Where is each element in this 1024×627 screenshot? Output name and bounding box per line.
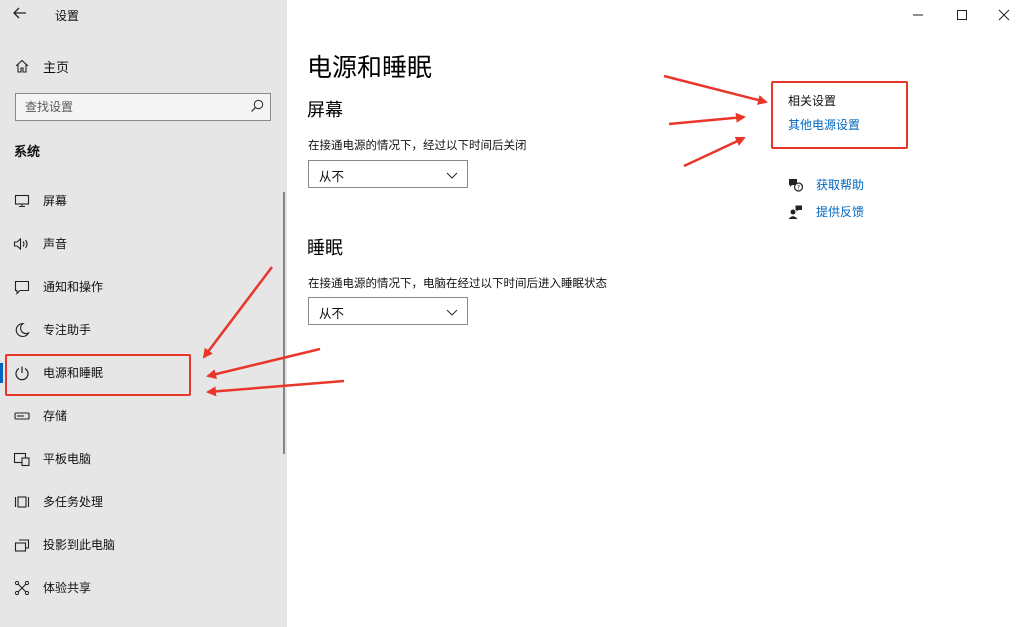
feedback-link[interactable]: 提供反馈 bbox=[787, 203, 864, 220]
main-content: 电源和睡眠 屏幕 在接通电源的情况下，经过以下时间后关闭 从不 睡眠 在接通电源… bbox=[287, 0, 1024, 627]
sidebar-item-label: 通知和操作 bbox=[43, 280, 104, 294]
sidebar-item-multitasking[interactable]: 多任务处理 bbox=[0, 482, 287, 522]
svg-text:?: ? bbox=[797, 184, 800, 191]
notification-icon bbox=[13, 279, 31, 295]
sidebar-item-project[interactable]: 投影到此电脑 bbox=[0, 525, 287, 565]
app-title: 设置 bbox=[55, 9, 80, 23]
sidebar-item-sound[interactable]: 声音 bbox=[0, 224, 287, 264]
sidebar-item-tablet[interactable]: 平板电脑 bbox=[0, 439, 287, 479]
sidebar-item-notifications[interactable]: 通知和操作 bbox=[0, 267, 287, 307]
home-label: 主页 bbox=[43, 60, 70, 76]
get-help-link[interactable]: ? 获取帮助 bbox=[787, 176, 864, 193]
home-icon bbox=[14, 58, 32, 74]
sidebar-item-label: 屏幕 bbox=[43, 194, 68, 208]
feedback-label[interactable]: 提供反馈 bbox=[816, 203, 864, 220]
annotation-box-power bbox=[5, 354, 191, 396]
sidebar-item-label: 体验共享 bbox=[43, 581, 92, 595]
storage-icon bbox=[13, 408, 31, 424]
moon-icon bbox=[13, 322, 31, 338]
get-help-label[interactable]: 获取帮助 bbox=[816, 176, 864, 193]
sidebar-scrollbar[interactable] bbox=[283, 192, 285, 454]
screen-timeout-dropdown[interactable]: 从不 bbox=[308, 160, 468, 188]
sidebar-item-focus-assist[interactable]: 专注助手 bbox=[0, 310, 287, 350]
feedback-icon bbox=[787, 204, 805, 220]
back-button[interactable] bbox=[12, 5, 32, 25]
sidebar: 设置 主页 系统 屏幕 声音 通知和操作 专注助手 bbox=[0, 0, 287, 627]
screen-heading: 屏幕 bbox=[307, 100, 343, 121]
search-input[interactable] bbox=[16, 94, 245, 119]
back-arrow-icon bbox=[13, 7, 26, 19]
sidebar-item-label: 投影到此电脑 bbox=[43, 538, 116, 552]
monitor-icon bbox=[13, 193, 31, 209]
search-box[interactable] bbox=[15, 93, 271, 121]
dropdown-value: 从不 bbox=[319, 306, 345, 321]
sidebar-item-label: 多任务处理 bbox=[43, 495, 104, 509]
sidebar-item-display[interactable]: 屏幕 bbox=[0, 181, 287, 221]
share-icon bbox=[13, 580, 31, 596]
speaker-icon bbox=[13, 236, 31, 252]
related-settings-title: 相关设置 bbox=[788, 94, 837, 108]
page-title: 电源和睡眠 bbox=[307, 53, 433, 82]
chevron-down-icon bbox=[445, 304, 459, 318]
section-title: 系统 bbox=[14, 145, 41, 160]
sleep-timeout-dropdown[interactable]: 从不 bbox=[308, 297, 468, 325]
sleep-heading: 睡眠 bbox=[307, 238, 343, 259]
sidebar-item-shared-experiences[interactable]: 体验共享 bbox=[0, 568, 287, 608]
chevron-down-icon bbox=[445, 167, 459, 181]
dropdown-value: 从不 bbox=[319, 169, 345, 184]
additional-power-settings-link[interactable]: 其他电源设置 bbox=[788, 116, 860, 133]
sleep-description: 在接通电源的情况下，电脑在经过以下时间后进入睡眠状态 bbox=[308, 276, 607, 290]
screen-description: 在接通电源的情况下，经过以下时间后关闭 bbox=[308, 138, 527, 152]
sidebar-item-label: 平板电脑 bbox=[43, 452, 92, 466]
sidebar-home[interactable]: 主页 bbox=[14, 56, 69, 76]
sidebar-item-storage[interactable]: 存储 bbox=[0, 396, 287, 436]
sidebar-item-label: 声音 bbox=[43, 237, 68, 251]
tablet-icon bbox=[13, 451, 31, 467]
sidebar-item-label: 专注助手 bbox=[43, 323, 92, 337]
sidebar-item-label: 存储 bbox=[43, 409, 68, 423]
search-icon[interactable] bbox=[249, 98, 265, 114]
help-chat-icon: ? bbox=[787, 177, 805, 193]
multitask-icon bbox=[13, 494, 31, 510]
project-icon bbox=[13, 537, 31, 553]
